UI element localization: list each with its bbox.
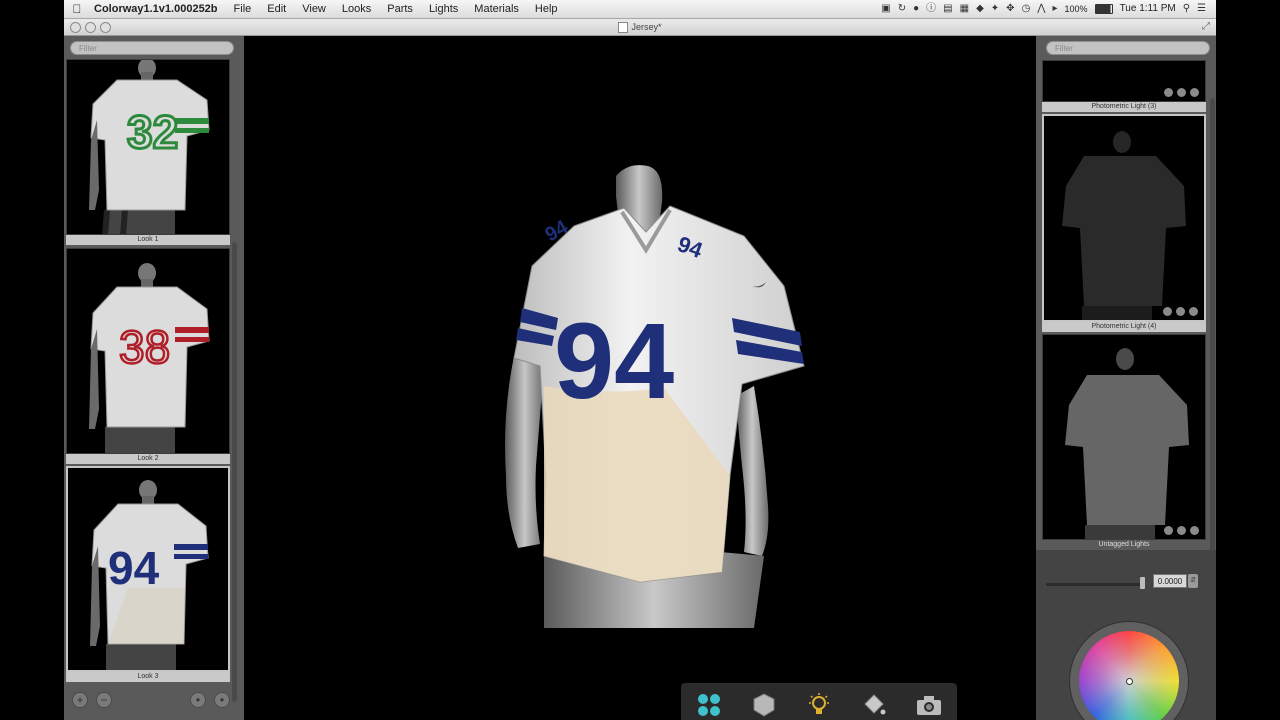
- light-3-toggle-button[interactable]: [1164, 88, 1173, 97]
- light-3-solo-button[interactable]: [1177, 88, 1186, 97]
- lights-scrollbar[interactable]: [1210, 98, 1215, 588]
- menu-edit[interactable]: Edit: [259, 0, 294, 18]
- jersey-look-3-image: 94: [90, 480, 209, 670]
- wifi-icon[interactable]: ⋀: [1037, 0, 1045, 18]
- clock[interactable]: Tue 1:11 PM: [1120, 0, 1176, 18]
- menu-file[interactable]: File: [226, 0, 260, 18]
- look-2-number: 38: [119, 321, 170, 373]
- light-4-preview-image: [1062, 131, 1186, 320]
- apple-menu-icon[interactable]: : [64, 0, 90, 18]
- untagged-toggle-button[interactable]: [1164, 526, 1173, 535]
- look-3-number: 94: [108, 542, 160, 594]
- light-4-settings-button[interactable]: [1189, 307, 1198, 316]
- light-4-toggle-button[interactable]: [1163, 307, 1172, 316]
- light-4-controls: [1163, 307, 1198, 316]
- add-look-button[interactable]: +: [72, 692, 88, 708]
- light-3-settings-button[interactable]: [1190, 88, 1199, 97]
- 3d-viewport[interactable]: 94 94 94: [244, 36, 1036, 720]
- screen:  Colorway1.1v1.000252b File Edit View L…: [64, 0, 1216, 720]
- color-picker-panel: 0.0000 ⇵: [1036, 550, 1216, 720]
- look-thumbnail-2[interactable]: 38: [66, 248, 230, 454]
- menu-looks[interactable]: Looks: [334, 0, 379, 18]
- status-area: ▣ ↻ ● ⓘ ▤ ▦ ◆ ✦ ✥ ◷ ⋀ ▸ 100% Tue 1:11 PM…: [881, 0, 1216, 18]
- looks-grid-icon[interactable]: [692, 688, 726, 720]
- volume-icon[interactable]: ▸: [1053, 0, 1058, 18]
- parts-shield-icon[interactable]: [747, 688, 781, 720]
- zoom-window-button[interactable]: [100, 22, 111, 33]
- intensity-slider-track[interactable]: [1046, 583, 1142, 586]
- intensity-stepper[interactable]: ⇵: [1188, 574, 1198, 588]
- looks-panel: Filter 32 Look 1 38 Look 2 94 Look 3 + −…: [64, 36, 244, 720]
- menu-lights[interactable]: Lights: [421, 0, 466, 18]
- jersey-3d-render: 94 94 94: [505, 165, 805, 628]
- mode-toolbar: [681, 683, 957, 720]
- battery-percentage: 100%: [1064, 4, 1088, 14]
- move-icon[interactable]: ✥: [1006, 0, 1014, 18]
- menu-bar:  Colorway1.1v1.000252b File Edit View L…: [64, 0, 1216, 19]
- time-machine-icon[interactable]: ◷: [1022, 0, 1031, 18]
- looks-scrollbar[interactable]: [232, 242, 237, 702]
- battery-icon[interactable]: [1094, 4, 1113, 14]
- light-3-caption: Photometric Light (3): [1042, 102, 1206, 112]
- look-2-caption: Look 2: [66, 454, 230, 464]
- record-icon[interactable]: ●: [913, 0, 919, 18]
- jersey-look-2-image: 38: [89, 263, 210, 453]
- tools-icon[interactable]: ✦: [991, 0, 999, 18]
- chest-number: 94: [554, 300, 674, 421]
- light-3-controls: [1164, 88, 1199, 97]
- untagged-settings-button[interactable]: [1190, 526, 1199, 535]
- fullscreen-icon[interactable]: ⤢: [1202, 19, 1210, 35]
- app-name-menu[interactable]: Colorway1.1v1.000252b: [90, 0, 226, 18]
- notes-icon[interactable]: ▤: [943, 0, 952, 18]
- look-options-button[interactable]: •: [190, 692, 206, 708]
- camera-icon[interactable]: [912, 688, 946, 720]
- lights-bulb-icon[interactable]: [802, 688, 836, 720]
- close-window-button[interactable]: [70, 22, 81, 33]
- intensity-value-field[interactable]: 0.0000: [1153, 574, 1187, 588]
- minimize-window-button[interactable]: [85, 22, 96, 33]
- light-thumbnail-3[interactable]: [1042, 60, 1206, 102]
- lights-panel: Filter Photometric Light (3) Photometric…: [1036, 36, 1216, 720]
- light-4-solo-button[interactable]: [1176, 307, 1185, 316]
- clipboard-icon[interactable]: ▦: [960, 0, 969, 18]
- spotlight-search-icon[interactable]: ⚲: [1183, 0, 1190, 18]
- jersey-look-1-image: 32: [89, 60, 210, 234]
- untagged-lights-controls: [1164, 526, 1199, 535]
- window-title: Jersey*: [631, 22, 662, 32]
- intensity-slider-knob[interactable]: [1140, 577, 1145, 589]
- materials-paint-icon[interactable]: [857, 688, 891, 720]
- looks-filter-input[interactable]: Filter: [70, 41, 234, 55]
- look-thumbnail-1[interactable]: 32: [66, 59, 230, 235]
- screen-icon[interactable]: ▣: [881, 0, 890, 18]
- document-icon: [618, 21, 629, 33]
- light-thumbnail-4[interactable]: [1042, 114, 1206, 322]
- lights-filter-input[interactable]: Filter: [1046, 41, 1210, 55]
- look-settings-button[interactable]: •: [214, 692, 230, 708]
- color-wheel[interactable]: [1079, 631, 1179, 720]
- look-3-caption: Look 3: [66, 672, 230, 682]
- remove-look-button[interactable]: −: [96, 692, 112, 708]
- look-thumbnail-3[interactable]: 94: [66, 466, 230, 672]
- color-wheel-selector[interactable]: [1126, 678, 1133, 685]
- look-1-caption: Look 1: [66, 235, 230, 245]
- dropbox-icon[interactable]: ◆: [976, 0, 984, 18]
- menu-parts[interactable]: Parts: [379, 0, 421, 18]
- light-4-caption: Photometric Light (4): [1042, 322, 1206, 332]
- notification-center-icon[interactable]: ☰: [1197, 0, 1206, 18]
- info-icon[interactable]: ⓘ: [926, 0, 936, 18]
- untagged-lights-preview-image: [1065, 348, 1189, 539]
- menu-view[interactable]: View: [294, 0, 334, 18]
- menu-materials[interactable]: Materials: [466, 0, 527, 18]
- menu-help[interactable]: Help: [527, 0, 566, 18]
- look-1-number: 32: [127, 106, 178, 158]
- untagged-lights-caption: Untagged Lights: [1098, 541, 1150, 548]
- untagged-lights-thumbnail[interactable]: [1042, 334, 1206, 540]
- sync-icon[interactable]: ↻: [898, 0, 906, 18]
- untagged-solo-button[interactable]: [1177, 526, 1186, 535]
- window-title-bar: Jersey* ⤢: [64, 19, 1216, 36]
